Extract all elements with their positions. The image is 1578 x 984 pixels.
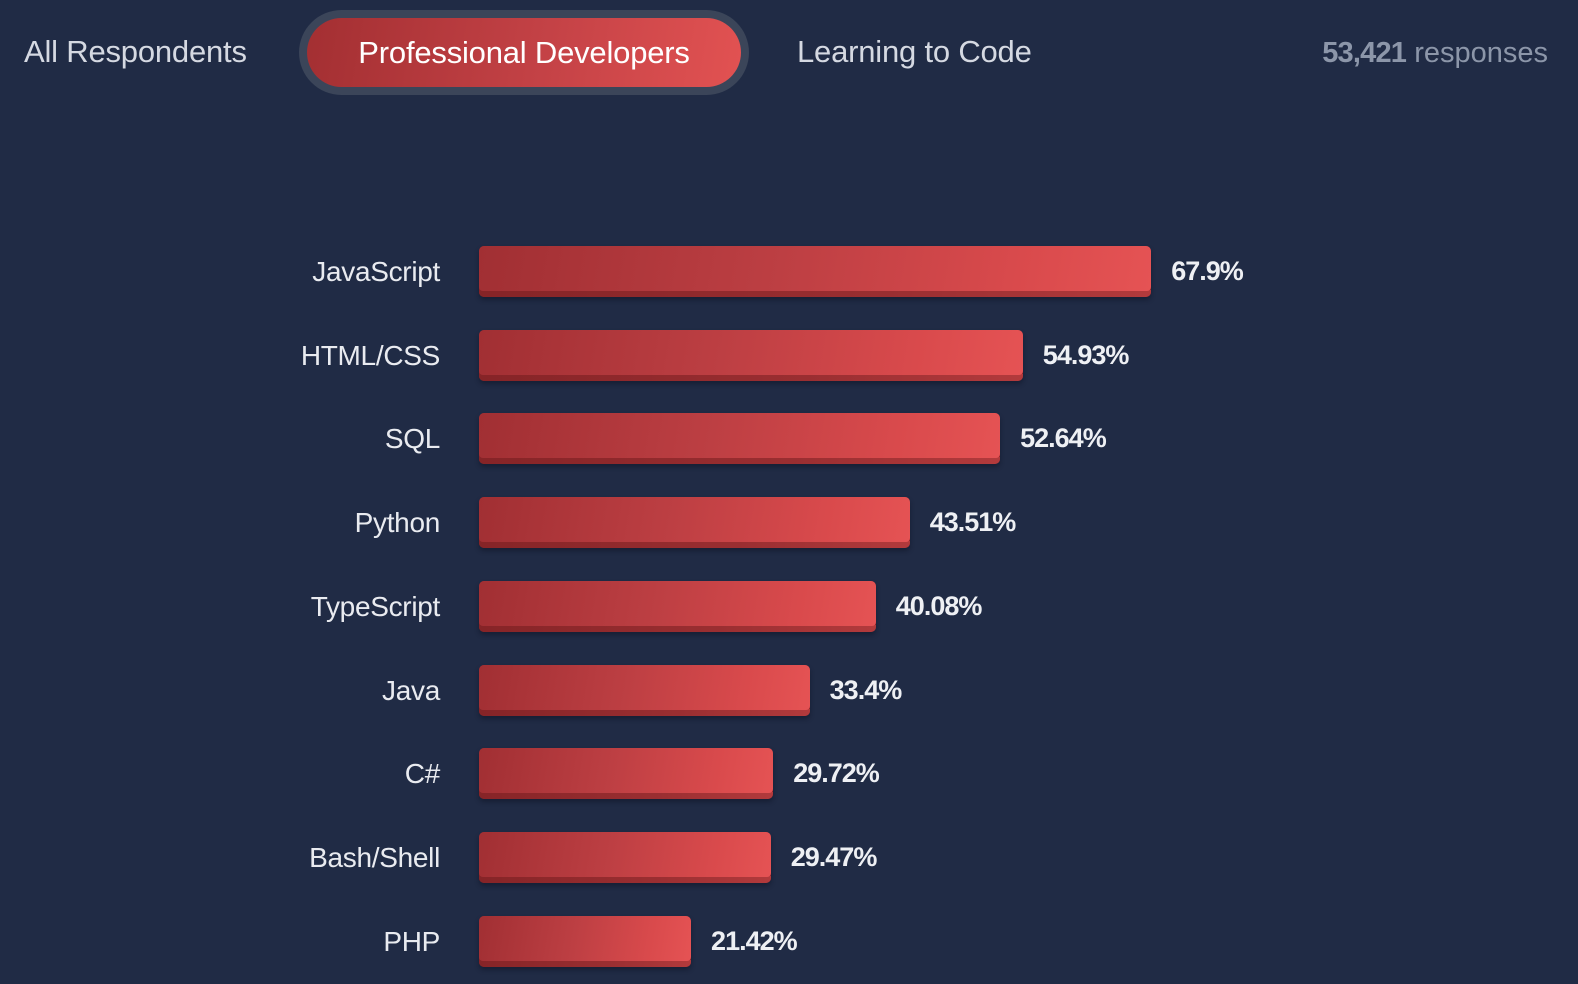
bar-shadow-lip: [479, 875, 771, 883]
bar-face: [479, 915, 692, 961]
app-root: All Respondents Professional Developers …: [0, 0, 1578, 984]
bar-face: [479, 413, 1001, 459]
category-label: TypeScript: [310, 590, 441, 622]
bar-shadow-lip: [479, 290, 1152, 297]
bar-row: Bash/Shell 29.47%: [0, 831, 1578, 884]
bar-shadow-lip: [479, 457, 1001, 465]
bar-shadow-lip: [479, 373, 1023, 381]
bar-row: JavaScript 67.9%: [0, 246, 1578, 298]
bar[interactable]: [479, 915, 692, 967]
category-label: Java: [382, 674, 440, 706]
bar-row: C# 29.72%: [0, 748, 1578, 800]
bar[interactable]: [479, 246, 1152, 297]
value-label: 33.4%: [829, 674, 903, 705]
value-label: 29.47%: [790, 841, 878, 872]
value-label: 29.72%: [793, 758, 880, 789]
value-label: 40.08%: [895, 590, 983, 621]
bar[interactable]: [479, 329, 1023, 381]
bar-row: HTML/CSS 54.93%: [0, 329, 1578, 382]
bar-shadow-lip: [479, 959, 692, 967]
bar-row: Python 43.51%: [0, 497, 1578, 549]
bar-face: [479, 664, 810, 710]
category-label: HTML/CSS: [300, 339, 440, 371]
bar-row: TypeScript 40.08%: [0, 580, 1578, 633]
value-label: 67.9%: [1171, 256, 1244, 286]
bar-shadow-lip: [479, 624, 876, 632]
bar-chart: JavaScript 67.9% HTML/CSS 54.93% SQL 52.64% Py…: [0, 0, 1578, 984]
value-label: 52.64%: [1020, 423, 1107, 454]
category-label: Bash/Shell: [309, 841, 440, 873]
bar[interactable]: [479, 580, 876, 632]
bar-row: SQL 52.64%: [0, 413, 1578, 465]
category-label: SQL: [384, 423, 440, 455]
category-label: Python: [354, 507, 441, 539]
bar[interactable]: [479, 497, 910, 549]
bar[interactable]: [479, 831, 771, 883]
bar-shadow-lip: [479, 708, 810, 716]
bar[interactable]: [479, 748, 774, 800]
bar-face: [479, 831, 771, 877]
bar[interactable]: [479, 413, 1001, 465]
bar-face: [479, 580, 876, 626]
bar-row: Java 33.4%: [0, 664, 1578, 717]
bar-face: [479, 497, 910, 543]
value-label: 54.93%: [1042, 339, 1130, 370]
bar-face: [479, 748, 774, 794]
bar-shadow-lip: [479, 792, 774, 800]
value-label: 43.51%: [929, 507, 1017, 538]
category-label: PHP: [383, 925, 440, 957]
bar-face: [479, 246, 1152, 291]
category-label: JavaScript: [312, 256, 440, 287]
bar-row: PHP 21.42%: [0, 915, 1578, 968]
value-label: 21.42%: [711, 925, 798, 956]
bar-face: [479, 329, 1023, 375]
bar-shadow-lip: [479, 541, 910, 549]
bar[interactable]: [479, 664, 810, 716]
category-label: C#: [404, 758, 441, 790]
